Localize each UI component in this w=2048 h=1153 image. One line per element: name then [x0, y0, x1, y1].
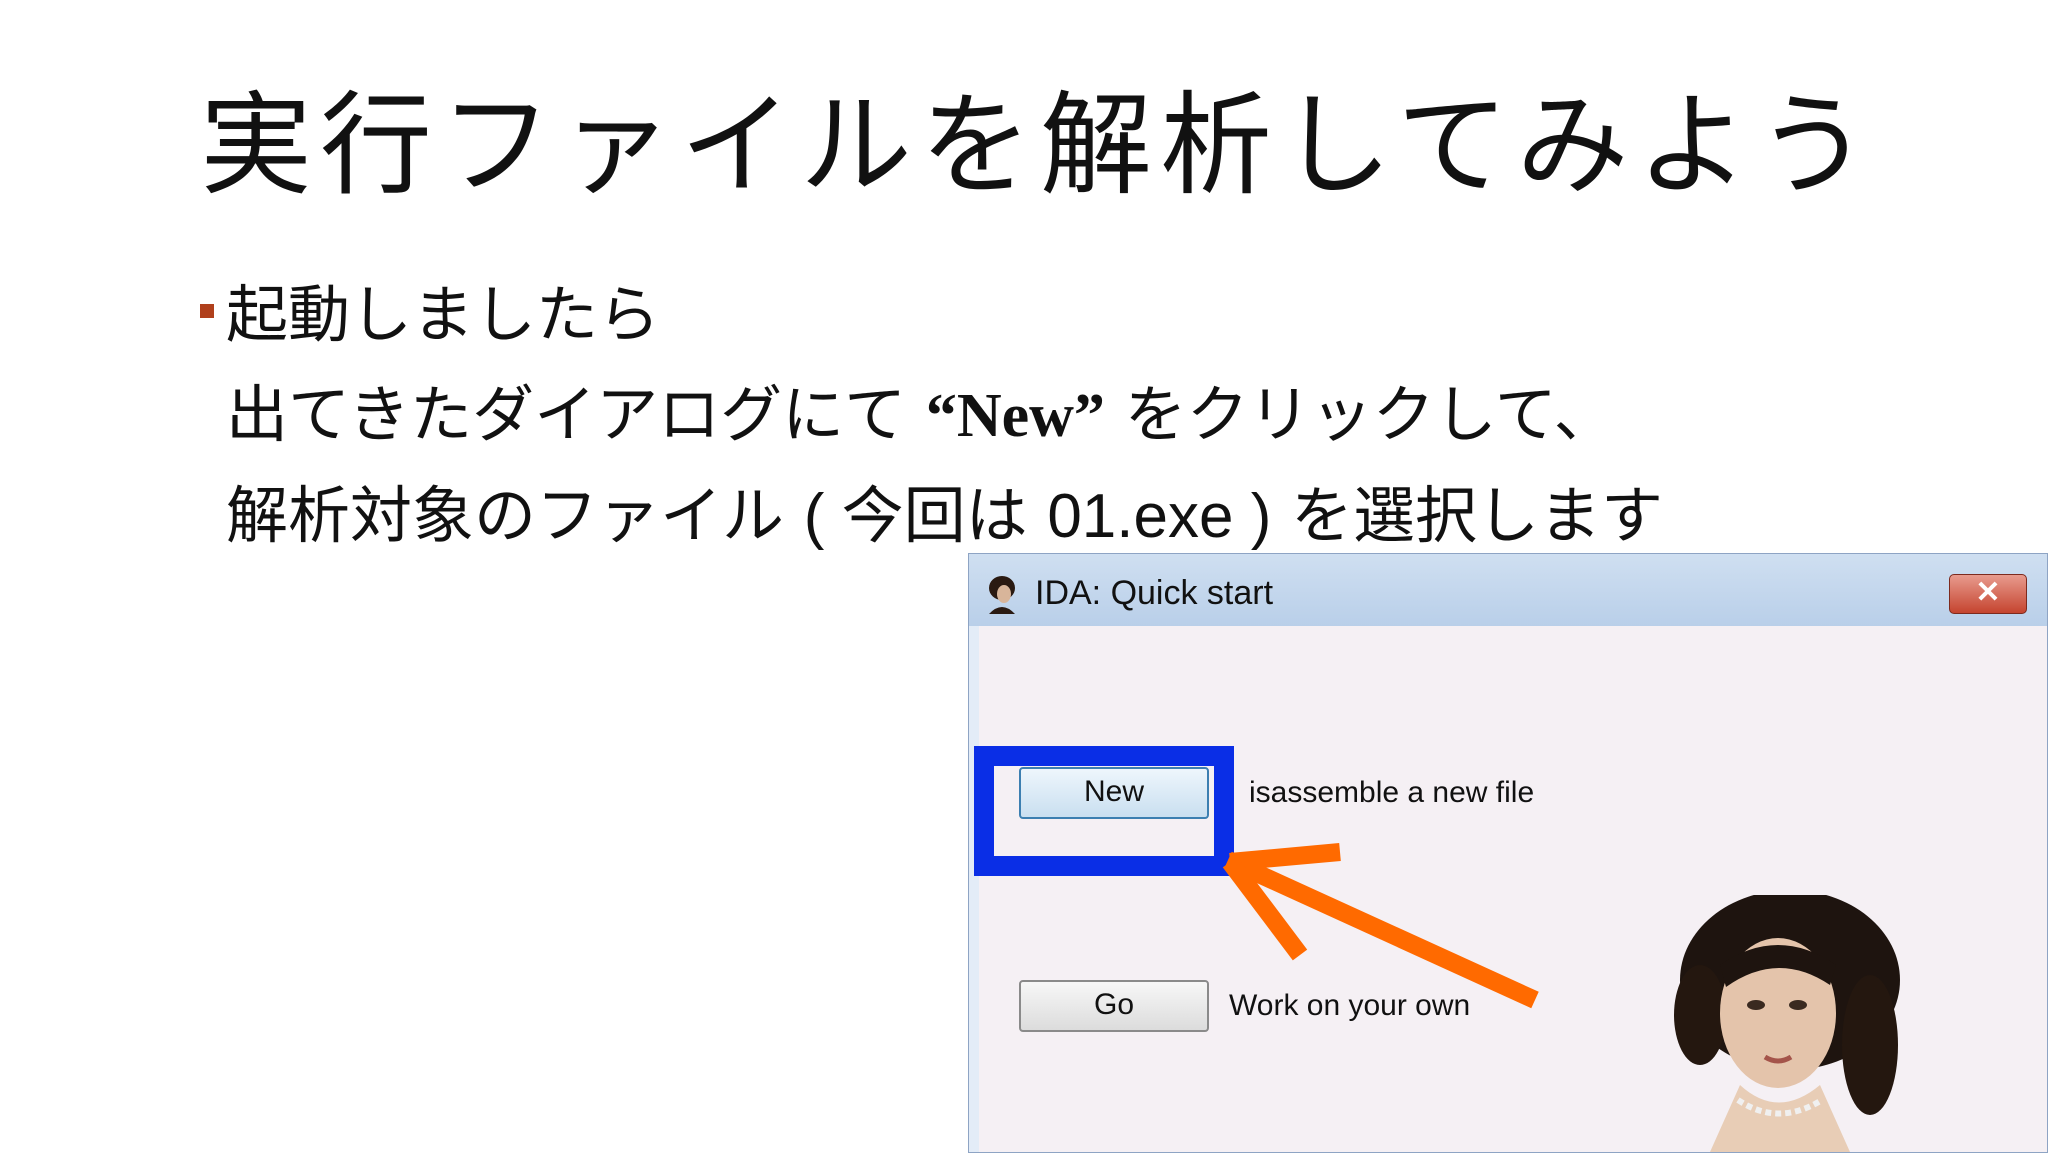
line3-file: 01.exe: [1047, 482, 1234, 551]
line2-pre: 出てきたダイアログにて: [226, 378, 926, 451]
line3-paren-open: (: [803, 482, 842, 551]
new-description: isassemble a new file: [1249, 776, 1535, 809]
portrait-image: [1674, 895, 1900, 1152]
new-button-highlight: [974, 746, 1234, 876]
go-button[interactable]: Go: [1019, 980, 1209, 1032]
app-portrait-icon: [985, 574, 1019, 614]
line3-post: を選択します: [1271, 479, 1664, 552]
dialog-title: IDA: Quick start: [1035, 574, 1274, 612]
bullet-list: 起動しましたら 出てきたダイアログにて “New” をクリックして、 解析対象の…: [200, 265, 1663, 567]
close-icon: ✕: [1975, 576, 2001, 609]
bullet-line-3: 解析対象のファイル ( 今回は 01.exe ) を選択します: [200, 466, 1663, 567]
line2-bold: “New”: [925, 382, 1105, 450]
bullet-line-2: 出てきたダイアログにて “New” をクリックして、: [200, 365, 1663, 466]
slide-title: 実行ファイルを解析してみよう: [200, 81, 1877, 211]
line3-paren-close: ): [1233, 482, 1272, 551]
line3-mid: 今回は: [841, 479, 1048, 552]
line3-pre: 解析対象のファイル: [226, 479, 804, 552]
line2-post: をクリックして、: [1104, 378, 1616, 451]
close-button[interactable]: ✕: [1949, 574, 2027, 614]
bullet-line-1: 起動しましたら: [226, 278, 661, 351]
bullet-marker: [200, 304, 214, 318]
dialog-titlebar[interactable]: IDA: Quick start ✕: [969, 554, 2047, 626]
arrow-annotation: [1222, 843, 1539, 1009]
